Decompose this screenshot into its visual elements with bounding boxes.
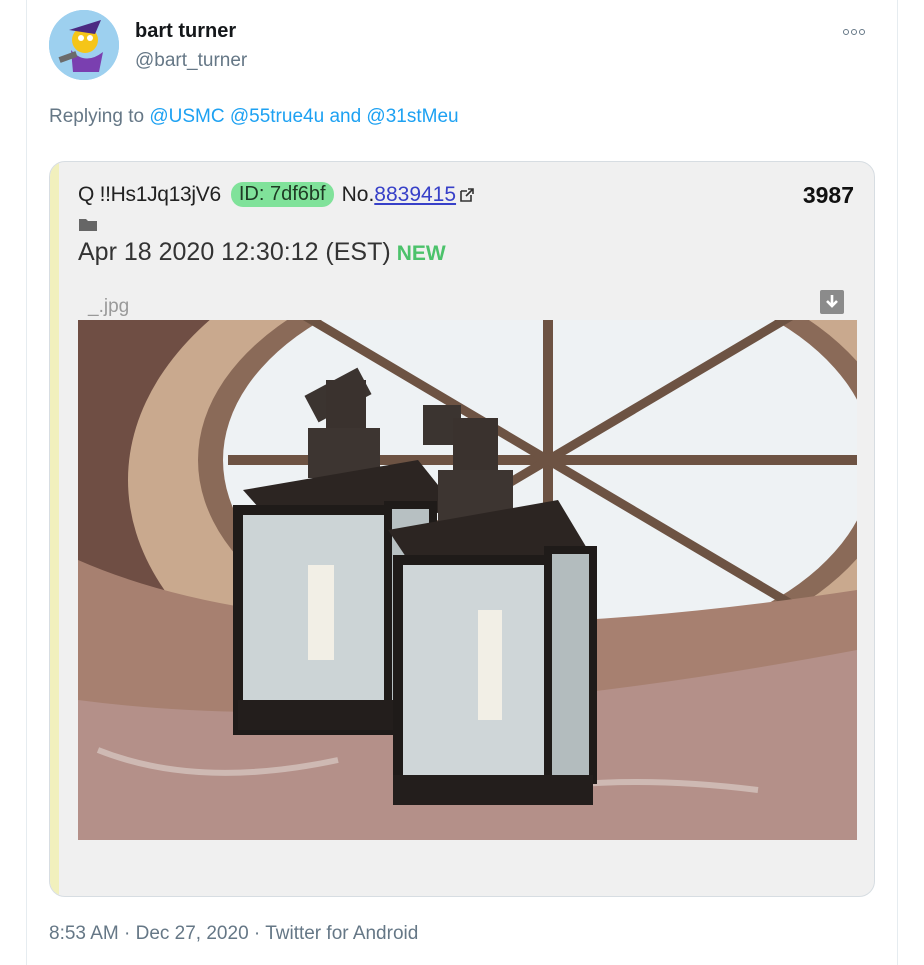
mention-55true4u[interactable]: @55true4u — [230, 106, 324, 127]
avatar-image — [49, 10, 119, 80]
file-name[interactable]: _.jpg — [88, 296, 129, 318]
meta-separator-2: · — [253, 923, 261, 944]
embed-accent-bar — [50, 162, 59, 896]
new-badge: NEW — [396, 242, 446, 265]
tweet-time[interactable]: 8:53 AM — [49, 923, 119, 944]
lantern-photo[interactable] — [78, 320, 857, 840]
mention-usmc[interactable]: @USMC — [149, 106, 224, 127]
tweet-card: bart turner @bart_turner Replying to @US… — [26, 0, 898, 965]
post-number-prefix: No. — [341, 182, 375, 206]
poster-id-badge: ID: 7df6bf — [230, 182, 334, 207]
post-datetime: Apr 18 2020 12:30:12 (EST) NEW — [78, 238, 446, 267]
poster-name: Q !!Hs1Jq13jV6 — [78, 182, 221, 206]
replying-to-line: Replying to @USMC @55true4u and @31stMeu — [49, 106, 459, 128]
tweet-meta: 8:53 AM · Dec 27, 2020 · Twitter for And… — [49, 923, 418, 945]
reply-prefix: Replying to — [49, 106, 145, 127]
post-header: Q !!Hs1Jq13jV6 ID: 7df6bf No. 8839415 — [78, 182, 475, 207]
post-count: 3987 — [802, 182, 854, 208]
reply-conjunction[interactable]: and — [329, 106, 361, 127]
more-options-icon[interactable] — [839, 22, 869, 42]
tweet-source[interactable]: Twitter for Android — [265, 923, 418, 944]
post-datetime-text: Apr 18 2020 12:30:12 (EST) — [78, 238, 391, 266]
post-number-link[interactable]: 8839415 — [374, 183, 456, 207]
tweet-date[interactable]: Dec 27, 2020 — [136, 923, 249, 944]
avatar[interactable] — [49, 10, 119, 80]
embedded-post-image[interactable]: Q !!Hs1Jq13jV6 ID: 7df6bf No. 8839415 39… — [49, 161, 875, 897]
user-handle[interactable]: @bart_turner — [135, 50, 247, 72]
external-link-icon[interactable] — [459, 187, 475, 203]
meta-separator-1: · — [124, 923, 131, 944]
download-icon[interactable] — [820, 290, 844, 314]
folder-icon — [79, 219, 97, 231]
display-name[interactable]: bart turner — [135, 20, 236, 43]
mention-31stmeu[interactable]: @31stMeu — [366, 106, 458, 127]
